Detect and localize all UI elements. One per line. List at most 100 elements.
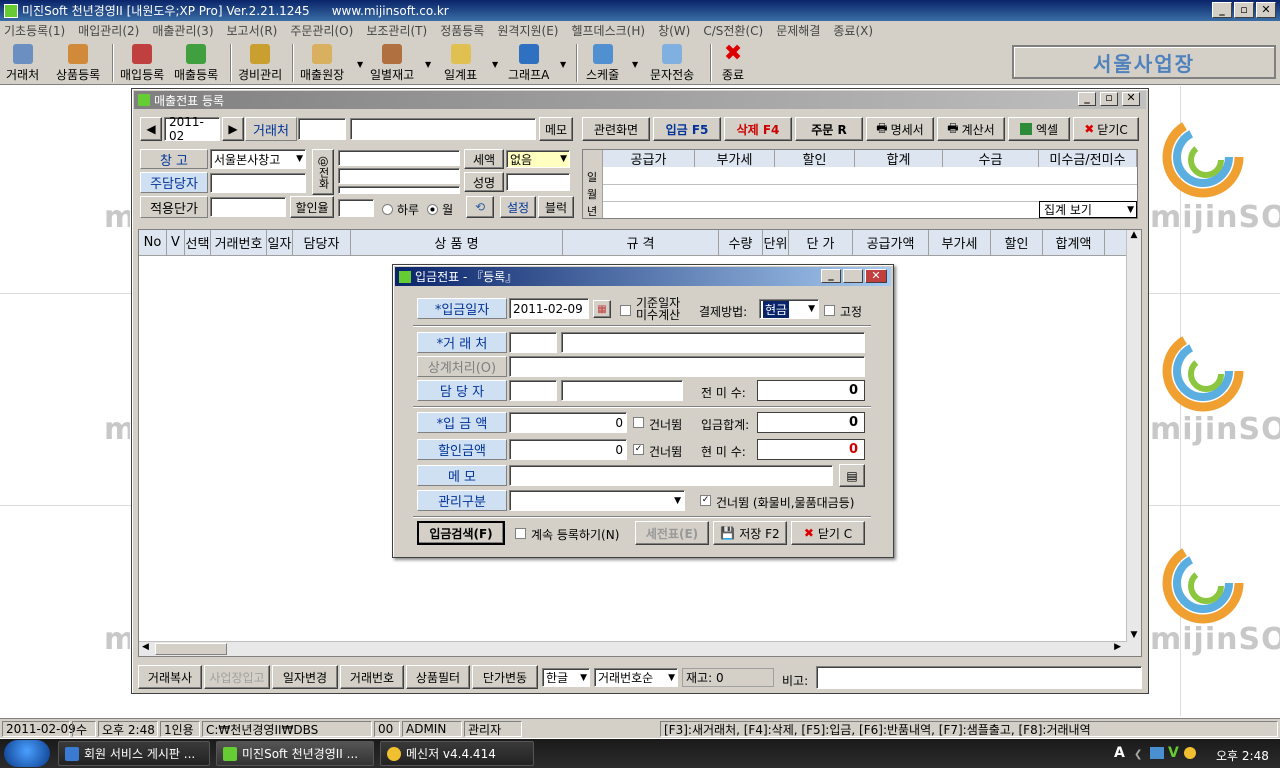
client-code-input[interactable] [509, 332, 557, 353]
site-receipt-button[interactable]: 사업장입고 [204, 665, 270, 689]
v3-icon[interactable]: V [1168, 745, 1179, 761]
close-button[interactable]: ✕ [1122, 92, 1140, 106]
taskbar-item-board[interactable]: 회원 서비스 게시판 ... [58, 741, 210, 766]
close-c-button[interactable]: ✖ 닫기 C [791, 521, 865, 545]
language-select[interactable]: 한글 ▼ [542, 668, 590, 687]
summary-view-select[interactable]: 집계 보기 ▼ [1039, 201, 1137, 218]
radio-day[interactable] [382, 204, 393, 215]
minimize-button[interactable]: _ [1078, 92, 1096, 106]
menu-order[interactable]: 주문관리(O) [290, 22, 353, 39]
phone-input-2[interactable] [338, 168, 460, 184]
scroll-right-icon[interactable]: ▶ [1114, 642, 1121, 652]
toolbar-purchase-button[interactable]: 매입등록 [120, 43, 164, 83]
note-input[interactable] [816, 666, 1142, 689]
client-code-input[interactable] [298, 118, 346, 140]
radio-month[interactable] [427, 204, 439, 215]
change-date-button[interactable]: 일자변경 [272, 665, 338, 689]
tax-slip-button[interactable]: 세전표(E) [635, 521, 709, 545]
minimize-button[interactable]: _ [821, 269, 841, 283]
chevron-left-icon[interactable]: ❮ [1134, 749, 1142, 760]
skip-freight-checkbox[interactable]: ✓ [700, 495, 711, 506]
phone-input-1[interactable] [338, 150, 460, 166]
menu-helpdesk[interactable]: 헬프데스크(H) [571, 22, 645, 39]
scroll-up-icon[interactable]: ▲ [1127, 230, 1141, 240]
toolbar-stock-button[interactable]: 일별재고 [370, 43, 414, 83]
manager-code-input[interactable] [509, 380, 557, 401]
phone-button[interactable]: @전화 [312, 149, 334, 195]
client-name-input[interactable] [561, 332, 865, 353]
skip-amount-checkbox[interactable] [633, 417, 644, 428]
fixed-checkbox[interactable] [824, 305, 835, 316]
memo-input[interactable] [509, 465, 833, 486]
manager-name-input[interactable] [561, 380, 683, 401]
toolbar-client-button[interactable]: 거래처 [6, 43, 39, 83]
tax-select[interactable]: 없음 ▼ [506, 150, 570, 168]
manager-input[interactable] [210, 173, 306, 193]
warehouse-select[interactable]: 서울본사창고 ▼ [210, 149, 306, 169]
toolbar-exit-button[interactable]: ✖ 종료 [722, 43, 744, 83]
close-button[interactable]: ✕ [865, 269, 887, 283]
toolbar-product-button[interactable]: 상품등록 [56, 43, 100, 83]
sort-select[interactable]: 거래번호순 ▼ [594, 668, 678, 687]
block-button[interactable]: 블럭 [538, 196, 574, 218]
offset-button[interactable]: 상계처리(O) [417, 356, 507, 377]
toolbar-expense-button[interactable]: 경비관리 [238, 43, 282, 83]
chevron-down-icon[interactable]: ▼ [560, 60, 566, 69]
memo-button[interactable]: 메모 [539, 117, 573, 141]
toolbar-graph-button[interactable]: 그래프A [508, 43, 549, 83]
menu-sales[interactable]: 매출관리(3) [152, 22, 213, 39]
order-r-button[interactable]: 주문 R [795, 117, 863, 141]
menu-exit[interactable]: 종료(X) [833, 22, 873, 39]
vertical-scrollbar[interactable]: ▲ ▼ [1126, 230, 1141, 656]
copy-transaction-button[interactable]: 거래복사 [138, 665, 202, 689]
taskbar-item-app[interactable]: 미진Soft 천년경영II ... [216, 741, 374, 766]
invoice-button[interactable]: 🖶 계산서 [937, 117, 1005, 141]
toolbar-schedule-button[interactable]: 스케줄 [586, 43, 619, 83]
scroll-thumb[interactable] [155, 643, 227, 655]
rate-input[interactable] [338, 199, 374, 217]
calculator-icon[interactable]: ▤ [839, 464, 865, 487]
settings-button[interactable]: 설정 [500, 196, 536, 218]
offset-input[interactable] [509, 356, 865, 377]
menu-report[interactable]: 보고서(R) [227, 22, 278, 39]
toolbar-ledger-button[interactable]: 매출원장 [300, 43, 344, 83]
maximize-button[interactable]: ▫ [1234, 2, 1254, 18]
unit-price-input[interactable] [210, 197, 286, 217]
horizontal-scrollbar[interactable]: ◀ ▶ [139, 641, 1127, 656]
menu-aux[interactable]: 보조관리(T) [366, 22, 427, 39]
menu-troubleshoot[interactable]: 문제해결 [776, 22, 820, 39]
payment-method-select[interactable]: 현금 ▼ [759, 299, 819, 319]
minimize-button[interactable]: _ [1212, 2, 1232, 18]
discount-input[interactable]: 0 [509, 439, 627, 460]
delete-f4-button[interactable]: 삭제 F4 [724, 117, 792, 141]
menu-purchase[interactable]: 매입관리(2) [78, 22, 139, 39]
menu-remote[interactable]: 원격지원(E) [497, 22, 558, 39]
chevron-down-icon[interactable]: ▼ [632, 60, 638, 69]
excel-button[interactable]: 엑셀 [1008, 117, 1070, 141]
basis-date-checkbox[interactable] [620, 305, 631, 316]
next-month-button[interactable]: ▶ [222, 117, 244, 141]
toolbar-sales-button[interactable]: 매출등록 [174, 43, 218, 83]
messenger-tray-icon[interactable] [1184, 747, 1196, 759]
close-c-button[interactable]: ✖ 닫기C [1073, 117, 1139, 141]
maximize-button[interactable]: ▫ [1100, 92, 1118, 106]
taskbar-item-messenger[interactable]: 메신저 v4.4.414 [380, 741, 534, 766]
ime-icon[interactable]: A [1114, 745, 1125, 761]
product-filter-button[interactable]: 상품필터 [406, 665, 470, 689]
price-change-button[interactable]: 단가변동 [472, 665, 538, 689]
scroll-down-icon[interactable]: ▼ [1127, 630, 1141, 640]
menu-basic[interactable]: 기초등록(1) [4, 22, 65, 39]
payment-f5-button[interactable]: 입금 F5 [653, 117, 721, 141]
phone-input-3[interactable] [338, 186, 460, 194]
transaction-number-button[interactable]: 거래번호 [340, 665, 404, 689]
name-button[interactable]: 성명 [464, 172, 504, 192]
scroll-left-icon[interactable]: ◀ [142, 642, 149, 652]
prev-month-button[interactable]: ◀ [140, 117, 162, 141]
calendar-icon[interactable]: ▦ [593, 300, 611, 318]
management-category-select[interactable]: ▼ [509, 490, 685, 511]
start-button[interactable] [4, 740, 50, 767]
skip-discount-checkbox[interactable]: ✓ [633, 444, 644, 455]
chevron-down-icon[interactable]: ▼ [425, 60, 431, 69]
date-field[interactable]: 2011-02 [164, 115, 220, 143]
close-button[interactable]: ✕ [1256, 2, 1276, 18]
